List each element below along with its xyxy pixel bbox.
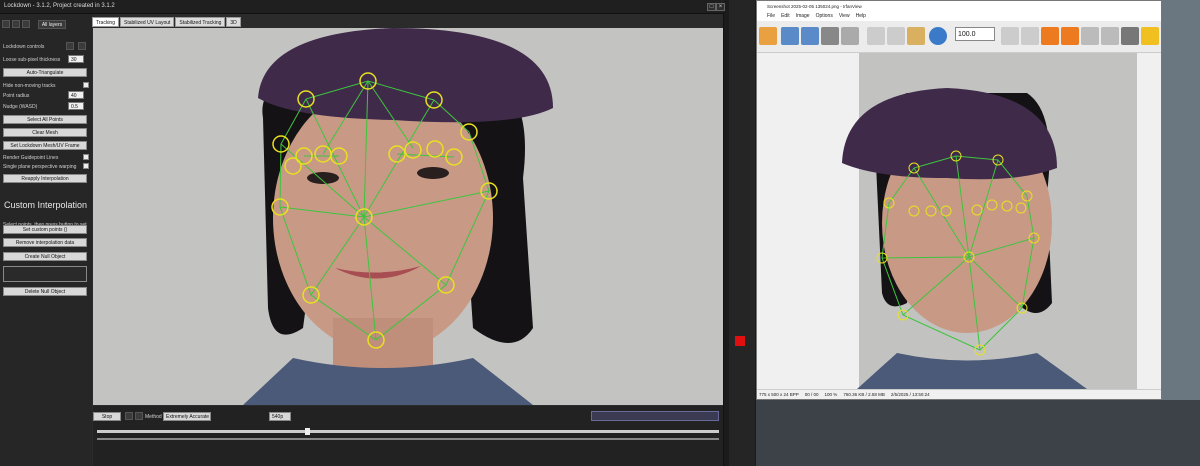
menu-options[interactable]: Options bbox=[816, 12, 833, 21]
viewer-toolbar: 100.0 bbox=[757, 21, 1161, 53]
maximize-button[interactable]: □ bbox=[707, 3, 716, 11]
viewer-canvas[interactable] bbox=[757, 53, 1161, 389]
zoom-in-icon[interactable] bbox=[1021, 27, 1039, 45]
timeline-track[interactable] bbox=[97, 430, 719, 433]
all-layers-button[interactable]: All layers bbox=[38, 20, 66, 29]
tracking-viewport[interactable] bbox=[93, 28, 723, 405]
resolution-field[interactable]: 540p bbox=[269, 412, 291, 421]
status-dimensions: 775 x 500 x 24 BPP bbox=[759, 392, 799, 397]
add-icon[interactable] bbox=[22, 20, 30, 28]
timeline-handle[interactable] bbox=[305, 428, 310, 435]
null-object-field[interactable] bbox=[3, 266, 87, 282]
paste-icon[interactable] bbox=[907, 27, 925, 45]
viewer-menubar: File Edit Image Options View Help bbox=[757, 12, 1161, 21]
menu-edit[interactable]: Edit bbox=[781, 12, 790, 21]
method-select[interactable]: Extremely Accurate bbox=[163, 412, 211, 421]
next-arrow-icon[interactable] bbox=[1061, 27, 1079, 45]
open-folder-icon[interactable] bbox=[759, 27, 777, 45]
set-mesh-button[interactable]: Set Lockdown Mesh/UV Frame bbox=[3, 141, 87, 150]
subpixel-label: Loose sub-pixel thickness bbox=[3, 57, 61, 63]
single-plane-label: Single plane perspective warping bbox=[3, 164, 77, 170]
face-image bbox=[93, 28, 723, 405]
tab-stabilized-uv[interactable]: Stabilized UV Layout bbox=[120, 17, 175, 27]
prev-arrow-icon[interactable] bbox=[1041, 27, 1059, 45]
subpixel-input[interactable]: 30 bbox=[68, 55, 84, 63]
custom-interpolation-title: Custom Interpolation bbox=[4, 200, 88, 210]
playback-bar: Stop Method Extremely Accurate 540p bbox=[93, 406, 723, 466]
slideshow-icon[interactable] bbox=[781, 27, 799, 45]
lockdown-window: Lockdown - 3.1.2, Project created in 3.1… bbox=[0, 0, 725, 466]
image-viewer-window: Screenshot 2025-02-05 135024.png - Irfan… bbox=[756, 0, 1162, 400]
single-plane-checkbox[interactable] bbox=[83, 163, 89, 169]
prev-frame-icon[interactable] bbox=[125, 412, 133, 420]
help-icon[interactable] bbox=[78, 42, 86, 50]
hide-nonmoving-label: Hide non-moving tracks bbox=[3, 83, 56, 89]
status-date: 2/5/2025 / 13:50:24 bbox=[890, 392, 930, 397]
next-frame-icon[interactable] bbox=[135, 412, 143, 420]
star-icon[interactable] bbox=[1141, 27, 1159, 45]
reapply-button[interactable]: Reapply Interpolation bbox=[3, 174, 87, 183]
viewer-image bbox=[842, 53, 1137, 389]
nudge-label: Nudge (WASD) bbox=[3, 104, 38, 110]
timeline-range bbox=[97, 438, 719, 440]
menu-file[interactable]: File bbox=[767, 12, 775, 21]
stop-button[interactable]: Stop bbox=[93, 412, 121, 421]
lockdown-titlebar: Lockdown - 3.1.2, Project created in 3.1… bbox=[0, 0, 725, 14]
select-all-button[interactable]: Select All Points bbox=[3, 115, 87, 124]
create-null-button[interactable]: Create Null Object bbox=[3, 252, 87, 261]
side-toolbar bbox=[729, 0, 755, 466]
menu-view[interactable]: View bbox=[839, 12, 850, 21]
render-guidepoint-label: Render Guidepoint Lines bbox=[3, 155, 59, 161]
desktop-background-bottom bbox=[756, 400, 1200, 466]
delete-null-button[interactable]: Delete Null Object bbox=[3, 287, 87, 296]
controls-label: Lockdown controls bbox=[3, 44, 45, 50]
render-guidepoint-checkbox[interactable] bbox=[83, 154, 89, 160]
method-label: Method bbox=[145, 414, 162, 420]
status-zoom: 100 % bbox=[824, 392, 838, 397]
up-arrow-icon[interactable] bbox=[1081, 27, 1099, 45]
viewer-title: Screenshot 2025-02-05 135024.png - Irfan… bbox=[757, 1, 1161, 12]
down-arrow-icon[interactable] bbox=[1101, 27, 1119, 45]
auto-triangulate-button[interactable]: Auto-Triangulate bbox=[3, 68, 87, 77]
set-custom-button[interactable]: Set custom points () bbox=[3, 225, 87, 234]
status-index: 00 / 00 bbox=[804, 392, 819, 397]
print-icon[interactable] bbox=[821, 27, 839, 45]
remove-interpolation-button[interactable]: Remove interpolation data bbox=[3, 238, 87, 247]
layers-icon[interactable] bbox=[2, 20, 10, 28]
view-toolbar[interactable] bbox=[591, 411, 719, 421]
color-swatch[interactable] bbox=[735, 336, 745, 346]
tab-stabilized-tracking[interactable]: Stabilized Tracking bbox=[175, 17, 226, 27]
window-title: Lockdown - 3.1.2, Project created in 3.1… bbox=[4, 3, 115, 9]
tab-tracking[interactable]: Tracking bbox=[92, 17, 119, 27]
save-icon[interactable] bbox=[801, 27, 819, 45]
hide-nonmoving-checkbox[interactable] bbox=[83, 82, 89, 88]
menu-help[interactable]: Help bbox=[856, 12, 866, 21]
menu-image[interactable]: Image bbox=[796, 12, 810, 21]
view-tabs: Tracking Stabilized UV Layout Stabilized… bbox=[92, 17, 241, 27]
tools-icon[interactable] bbox=[1121, 27, 1139, 45]
close-button[interactable]: × bbox=[716, 3, 725, 11]
clear-mesh-button[interactable]: Clear Mesh bbox=[3, 128, 87, 137]
nudge-input[interactable]: 0.5 bbox=[68, 102, 84, 110]
point-radius-input[interactable]: 40 bbox=[68, 91, 84, 99]
delete-icon[interactable] bbox=[841, 27, 859, 45]
viewer-statusbar: 775 x 500 x 24 BPP 00 / 00 100 % 760.36 … bbox=[757, 389, 1161, 399]
cut-icon[interactable] bbox=[867, 27, 885, 45]
lock-icon[interactable] bbox=[12, 20, 20, 28]
point-radius-label: Point radius bbox=[3, 93, 30, 99]
tab-3d[interactable]: 3D bbox=[226, 17, 241, 27]
info-icon[interactable] bbox=[929, 27, 947, 45]
controls-panel: All layers Lockdown controls Loose sub-p… bbox=[0, 14, 92, 466]
settings-icon[interactable] bbox=[66, 42, 74, 50]
zoom-input[interactable]: 100.0 bbox=[955, 27, 995, 41]
fit-icon[interactable] bbox=[1001, 27, 1019, 45]
desktop-background-right bbox=[1162, 0, 1200, 466]
status-size: 760.36 KB / 2.58 MB bbox=[843, 392, 885, 397]
copy-icon[interactable] bbox=[887, 27, 905, 45]
